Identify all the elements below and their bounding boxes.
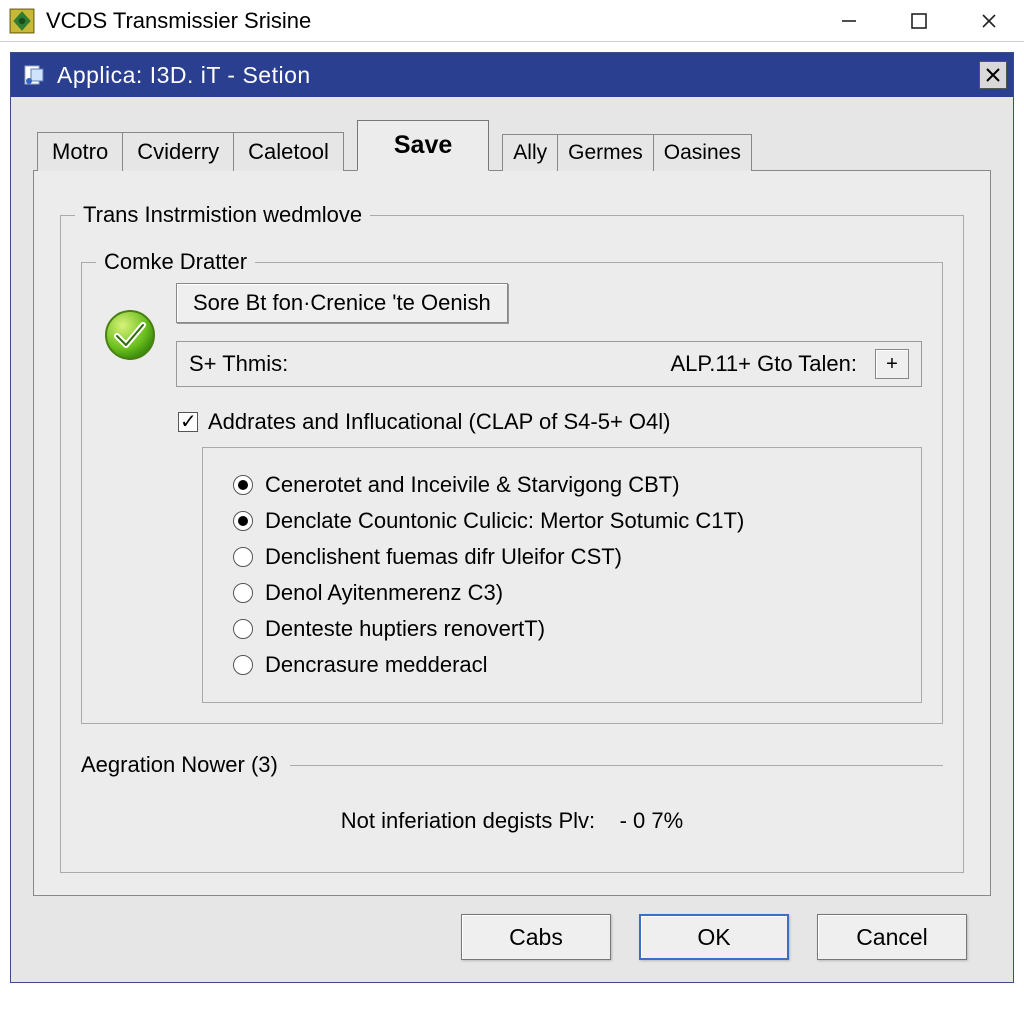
dialog-title: Applica: I3D. iT - Setion [57, 62, 979, 89]
tab-caletool[interactable]: Caletool [233, 132, 344, 171]
thmis-label: S+ Thmis: [189, 351, 288, 377]
radio-label: Denclate Countonic Culicic: Mertor Sotum… [265, 508, 744, 534]
addrates-checkbox[interactable]: Addrates and Influcational (CLAP of S4-5… [178, 409, 922, 435]
checkbox-icon [178, 412, 198, 432]
tab-motro[interactable]: Motro [37, 132, 123, 171]
ok-button[interactable]: OK [639, 914, 789, 960]
success-check-icon [102, 307, 158, 363]
tab-cviderry[interactable]: Cviderry [122, 132, 234, 171]
minimize-button[interactable] [814, 0, 884, 42]
tab-oasines[interactable]: Oasines [653, 134, 752, 171]
radio-icon [233, 547, 253, 567]
addrates-label: Addrates and Influcational (CLAP of S4-5… [208, 409, 670, 435]
group-aegration-header: Aegration Nower (3) [81, 752, 943, 778]
group-heading: Trans Instrmistion wedmlove [75, 202, 370, 228]
cabs-button[interactable]: Cabs [461, 914, 611, 960]
group-legend: Comke Dratter [96, 249, 255, 275]
radio-label: Cenerotet and Inceivile & Starvigong CBT… [265, 472, 680, 498]
radio-option-2[interactable]: Denclishent fuemas difr Uleifor CST) [233, 544, 899, 570]
radio-icon [233, 619, 253, 639]
thmis-field[interactable]: S+ Thmis: ALP.11+ Gto Talen: + [176, 341, 922, 387]
radio-label: Denclishent fuemas difr Uleifor CST) [265, 544, 622, 570]
group-comke-dratter: Comke Dratter [81, 262, 943, 724]
dialog-close-button[interactable] [979, 61, 1007, 89]
radio-icon [233, 655, 253, 675]
radio-label: Denteste huptiers renovertT) [265, 616, 545, 642]
app-icon [8, 7, 36, 35]
radio-option-3[interactable]: Denol Ayitenmerenz C3) [233, 580, 899, 606]
radio-option-4[interactable]: Denteste huptiers renovertT) [233, 616, 899, 642]
radio-icon [233, 475, 253, 495]
info-value: - 0 7% [620, 808, 684, 833]
radio-icon [233, 511, 253, 531]
maximize-button[interactable] [884, 0, 954, 42]
dialog-button-bar: Cabs OK Cancel [33, 896, 991, 982]
radio-icon [233, 583, 253, 603]
tab-germes[interactable]: Germes [557, 134, 654, 171]
sore-button[interactable]: Sore Bt fon·Crenice 'te Oenish [176, 283, 508, 323]
tab-strip: Motro Cviderry Caletool Save Ally Germes… [37, 119, 991, 170]
outer-titlebar: VCDS Transmissier Srisine [0, 0, 1024, 42]
tab-save[interactable]: Save [357, 120, 489, 171]
aegration-legend: Aegration Nower (3) [81, 752, 278, 778]
radio-label: Dencrasure medderacl [265, 652, 488, 678]
close-button[interactable] [954, 0, 1024, 42]
tab-panel-save: Trans Instrmistion wedmlove Comke Dratte… [33, 170, 991, 896]
info-row: Not inferiation degists Plv: - 0 7% [81, 808, 943, 834]
dialog-client-area: Motro Cviderry Caletool Save Ally Germes… [11, 97, 1013, 982]
window-title: VCDS Transmissier Srisine [46, 8, 311, 34]
radio-group: Cenerotet and Inceivile & Starvigong CBT… [202, 447, 922, 703]
document-icon [21, 62, 47, 88]
cancel-button[interactable]: Cancel [817, 914, 967, 960]
radio-option-1[interactable]: Denclate Countonic Culicic: Mertor Sotum… [233, 508, 899, 534]
tab-ally[interactable]: Ally [502, 134, 558, 171]
radio-option-0[interactable]: Cenerotet and Inceivile & Starvigong CBT… [233, 472, 899, 498]
group-trans-instrmistion: Trans Instrmistion wedmlove Comke Dratte… [60, 215, 964, 873]
thmis-value: ALP.11+ Gto Talen: [670, 351, 857, 377]
plus-button[interactable]: + [875, 349, 909, 379]
dialog-titlebar: Applica: I3D. iT - Setion [11, 53, 1013, 97]
radio-option-5[interactable]: Dencrasure medderacl [233, 652, 899, 678]
radio-label: Denol Ayitenmerenz C3) [265, 580, 503, 606]
info-label: Not inferiation degists Plv: [341, 808, 595, 833]
dialog-window: Applica: I3D. iT - Setion Motro Cviderry… [10, 52, 1014, 983]
